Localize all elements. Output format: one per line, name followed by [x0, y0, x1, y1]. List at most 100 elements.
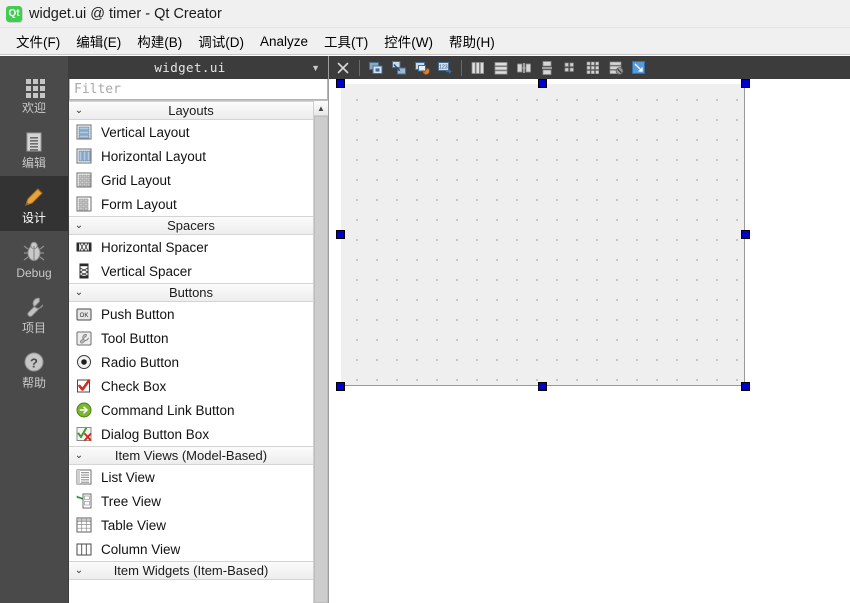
menu-tools[interactable]: 工具(T) [316, 29, 376, 53]
layout-horizontally-button[interactable] [468, 58, 488, 77]
resize-handle-top-left[interactable] [336, 79, 345, 88]
mode-item-编辑[interactable]: 编辑 [0, 121, 68, 176]
widget-item-label: Tree View [101, 493, 162, 509]
widget-box-scrollbar[interactable]: ▲ [313, 101, 328, 603]
resize-handle-top-center[interactable] [538, 79, 547, 88]
widget-box-panel: widget.ui ▼ ⌄ Layouts Vertical Layout Horiz… [69, 56, 329, 603]
chevron-down-icon[interactable]: ▼ [311, 63, 328, 73]
layout-form-button[interactable] [560, 58, 580, 77]
widget-item-form-layout[interactable]: Form Layout [69, 192, 313, 216]
category-title: Buttons [168, 285, 214, 300]
layout-vertical-splitter-button[interactable] [537, 58, 557, 77]
form-editor-toolbar: 123 [329, 56, 850, 79]
widget-item-label: Horizontal Spacer [101, 239, 209, 255]
widget-item-label: List View [101, 469, 155, 485]
widget-box-category-item-views-model-based[interactable]: ⌄ Item Views (Model-Based) [69, 446, 313, 465]
widget-item-tree-view[interactable]: Tree View [69, 489, 313, 513]
scrollbar-track[interactable] [314, 116, 328, 603]
chevron-down-icon: ⌄ [74, 450, 84, 461]
form-layout-icon [562, 60, 578, 76]
layout-vertically-button[interactable] [491, 58, 511, 77]
layout-grid-button[interactable] [583, 58, 603, 77]
widget-item-grid-layout[interactable]: Grid Layout [69, 168, 313, 192]
resize-handle-middle-right[interactable] [741, 230, 750, 239]
layout-horizontal-icon [470, 60, 486, 76]
mode-item-帮助[interactable]: ? 帮助 [0, 341, 68, 396]
scrollbar-thumb[interactable] [314, 116, 328, 603]
widget-item-push-button[interactable]: OK Push Button [69, 302, 313, 326]
widget-item-label: Form Layout [101, 196, 177, 212]
layout-vertical-icon [493, 60, 509, 76]
edit-signals-slots-button[interactable] [389, 58, 409, 77]
edit-widgets-button[interactable] [366, 58, 386, 77]
filter-box [69, 79, 328, 100]
check-box-icon [75, 377, 93, 395]
layout-horizontal-splitter-button[interactable] [514, 58, 534, 77]
category-title: Layouts [168, 103, 214, 118]
widget-box-category-spacers[interactable]: ⌄ Spacers [69, 216, 313, 235]
resize-handle-top-right[interactable] [741, 79, 750, 88]
bug-icon [21, 239, 47, 265]
widget-item-radio-button[interactable]: Radio Button [69, 350, 313, 374]
mode-item-设计[interactable]: 设计 [0, 176, 68, 231]
edit-buddies-button[interactable] [412, 58, 432, 77]
mode-item-Debug[interactable]: Debug [0, 231, 68, 286]
widget-item-list-view[interactable]: List View [69, 465, 313, 489]
menu-window[interactable]: 控件(W) [376, 29, 441, 53]
menu-analyze[interactable]: Analyze [252, 32, 316, 51]
command-link-button-icon [75, 401, 93, 419]
horizontal-layout-icon [75, 147, 93, 165]
widget-item-horizontal-spacer[interactable]: Horizontal Spacer [69, 235, 313, 259]
widget-box-category-item-widgets-item-based[interactable]: ⌄ Item Widgets (Item-Based) [69, 561, 313, 580]
menu-build[interactable]: 构建(B) [129, 29, 190, 53]
form-canvas-widget[interactable] [336, 79, 750, 391]
widget-item-horizontal-layout[interactable]: Horizontal Layout [69, 144, 313, 168]
splitter-horizontal-icon [516, 60, 532, 76]
widget-box-category-layouts[interactable]: ⌄ Layouts [69, 101, 313, 120]
menu-debug[interactable]: 调试(D) [190, 29, 252, 53]
mode-item-项目[interactable]: 项目 [0, 286, 68, 341]
vertical-layout-icon [75, 123, 93, 141]
edit-tab-order-button[interactable]: 123 [435, 58, 455, 77]
tool-button-icon [75, 329, 93, 347]
menu-help[interactable]: 帮助(H) [441, 29, 503, 53]
widget-item-vertical-spacer[interactable]: Vertical Spacer [69, 259, 313, 283]
grid-layout-icon [75, 171, 93, 189]
qt-logo-icon: Qt [6, 5, 22, 22]
edit-buddies-icon [414, 60, 430, 76]
resize-handle-bottom-center[interactable] [538, 382, 547, 391]
widget-item-label: Table View [101, 517, 167, 533]
menu-file[interactable]: 文件(F) [8, 29, 68, 53]
widget-item-dialog-button-box[interactable]: Dialog Button Box [69, 422, 313, 446]
filter-input[interactable] [70, 79, 327, 99]
chevron-down-icon: ⌄ [74, 565, 84, 576]
form-canvas-area[interactable] [329, 79, 850, 603]
resize-handle-bottom-right[interactable] [741, 382, 750, 391]
widget-box-category-buttons[interactable]: ⌄ Buttons [69, 283, 313, 302]
widget-item-label: Radio Button [101, 354, 180, 370]
close-form-button[interactable] [333, 58, 353, 77]
tree-view-icon [75, 492, 93, 510]
widget-item-column-view[interactable]: Column View [69, 537, 313, 561]
break-layout-button[interactable] [606, 58, 626, 77]
menu-bar: 文件(F) 编辑(E) 构建(B) 调试(D) Analyze 工具(T) 控件(W) 帮助(… [0, 28, 850, 55]
adjust-size-button[interactable] [629, 58, 649, 77]
widget-item-label: Vertical Spacer [101, 263, 192, 279]
widget-item-table-view[interactable]: Table View [69, 513, 313, 537]
break-layout-icon [608, 60, 624, 76]
chevron-up-icon[interactable]: ▲ [314, 101, 328, 116]
title-bar: Qt widget.ui @ timer - Qt Creator [0, 0, 850, 28]
widget-item-vertical-layout[interactable]: Vertical Layout [69, 120, 313, 144]
widget-item-command-link-button[interactable]: Command Link Button [69, 398, 313, 422]
widget-item-check-box[interactable]: Check Box [69, 374, 313, 398]
widget-item-tool-button[interactable]: Tool Button [69, 326, 313, 350]
menu-edit[interactable]: 编辑(E) [68, 29, 129, 53]
mode-item-欢迎[interactable]: 欢迎 [0, 66, 68, 121]
edit-signals-slots-icon [391, 60, 407, 76]
resize-handle-bottom-left[interactable] [336, 382, 345, 391]
widget-item-label: Dialog Button Box [101, 426, 210, 442]
tab-widget-ui[interactable]: widget.ui [69, 60, 311, 75]
resize-handle-middle-left[interactable] [336, 230, 345, 239]
push-button-icon: OK [75, 305, 93, 323]
mode-item-label: 编辑 [21, 155, 46, 170]
